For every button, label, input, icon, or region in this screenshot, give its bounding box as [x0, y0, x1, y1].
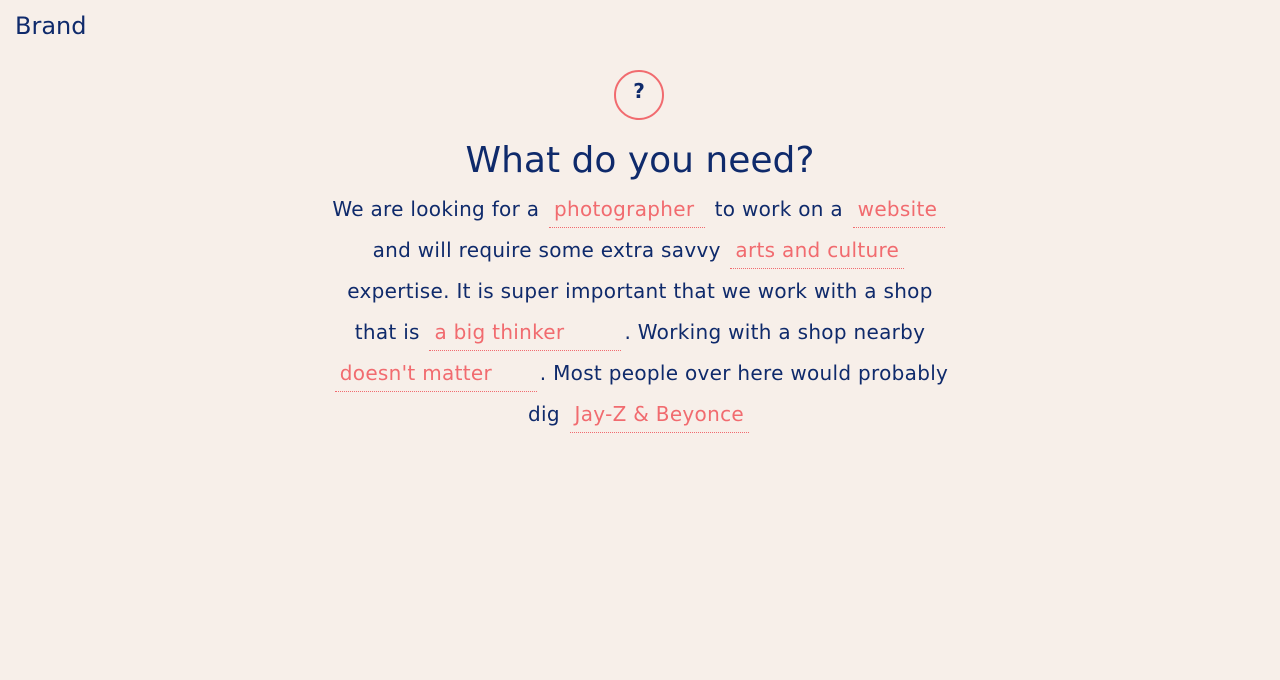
requirements-paragraph: We are looking for a photographer to wor… [330, 189, 950, 435]
paragraph-text-5: . Working with a shop nearby [624, 320, 926, 344]
paragraph-text-3: and will require some extra savvy [372, 238, 721, 262]
question-icon: ? [614, 70, 664, 120]
paragraph-text-2: to work on a [714, 197, 843, 221]
location-select[interactable]: doesn't matter [334, 355, 537, 392]
industry-select[interactable]: arts and culture [730, 232, 905, 269]
shop-trait-select[interactable]: a big thinker [429, 314, 622, 351]
paragraph-text-1: We are looking for a [332, 197, 540, 221]
project-type-select[interactable]: website [852, 191, 945, 228]
brand-link[interactable]: Brand [15, 11, 86, 41]
celebrity-select[interactable]: Jay-Z & Beyonce [569, 396, 749, 433]
role-select[interactable]: photographer [548, 191, 705, 228]
page-title: What do you need? [465, 140, 815, 181]
